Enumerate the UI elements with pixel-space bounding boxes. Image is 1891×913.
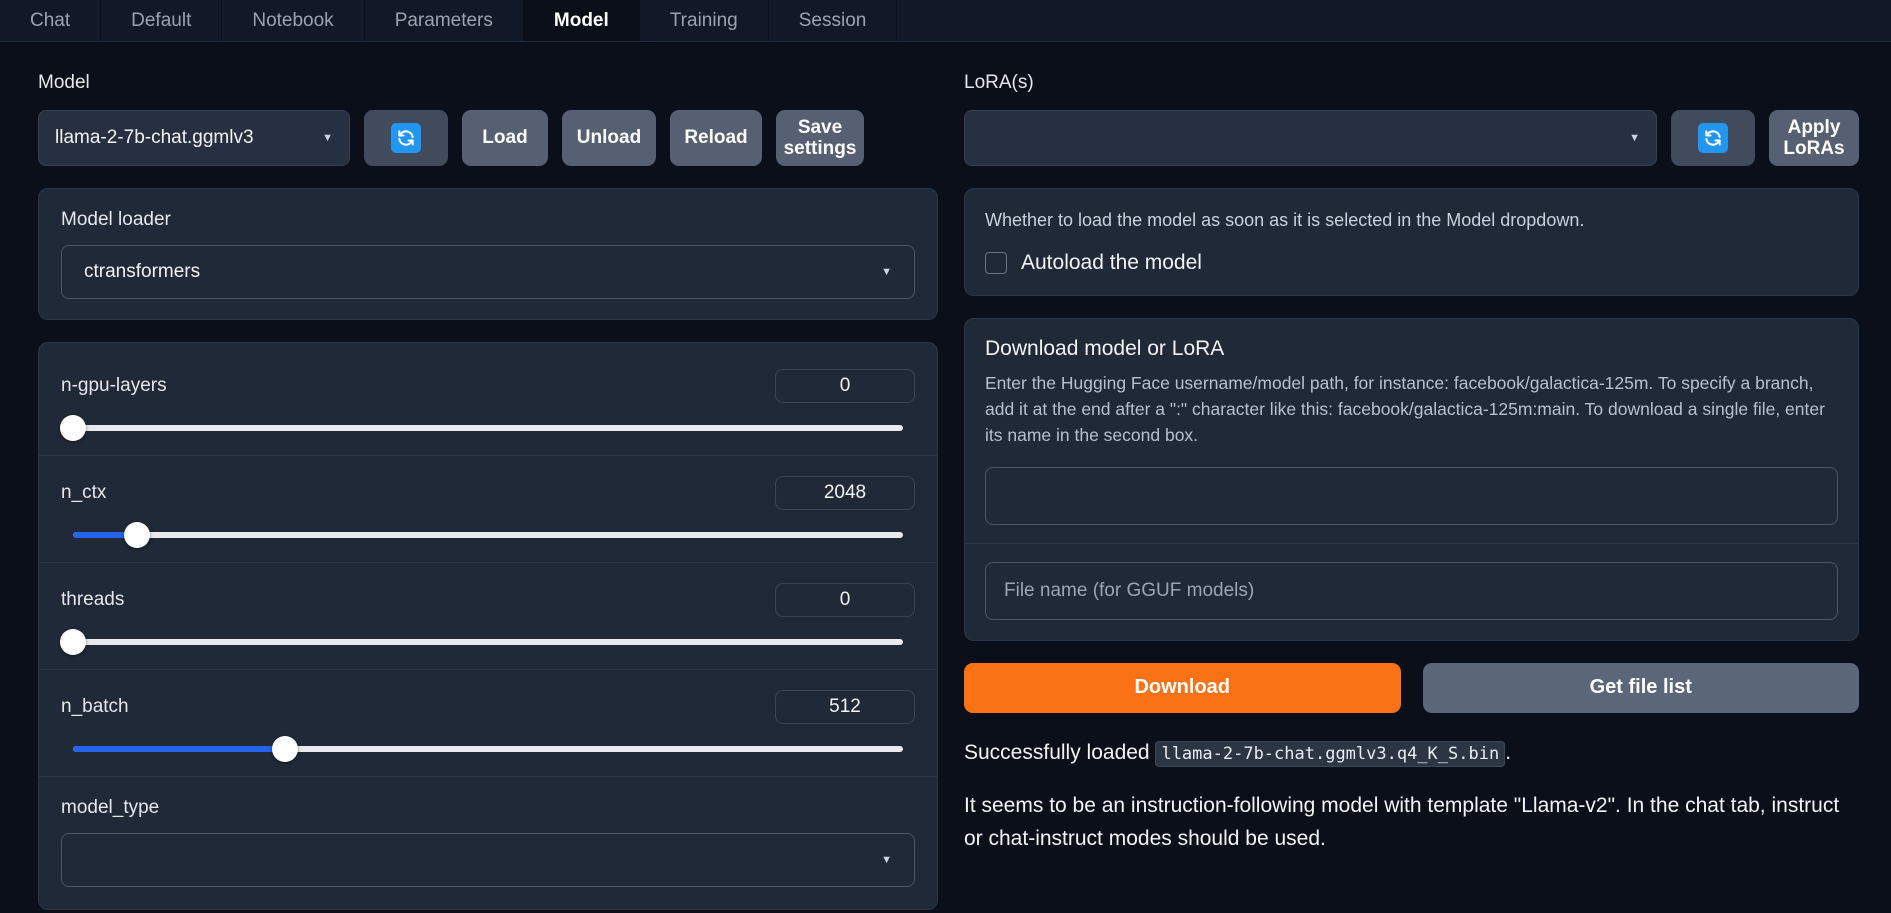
tab-parameters[interactable]: Parameters [365,0,524,41]
refresh-icon [391,123,421,153]
download-panel-description: Enter the Hugging Face username/model pa… [985,371,1838,449]
autoload-checkbox[interactable] [985,252,1007,274]
slider-thumb[interactable] [124,522,150,548]
download-panel-title: Download model or LoRA [985,337,1838,361]
lora-section-label: LoRA(s) [964,72,1859,94]
slider-fill [73,746,285,752]
slider-label: n_ctx [61,482,106,504]
slider-value-box[interactable]: 2048 [775,476,915,510]
autoload-panel: Whether to load the model as soon as it … [964,188,1859,296]
slider-row-n-ctx: n_ctx 2048 [39,456,937,563]
refresh-loras-button[interactable] [1671,110,1755,166]
apply-loras-button[interactable]: Apply LoRAs [1769,110,1859,166]
file-name-input[interactable] [985,562,1838,620]
lora-dropdown[interactable]: ▼ [964,110,1657,166]
tab-session[interactable]: Session [769,0,898,41]
tab-training[interactable]: Training [640,0,769,41]
tab-model[interactable]: Model [524,0,640,41]
slider-track[interactable] [73,746,903,752]
status-prefix: Successfully loaded [964,741,1155,764]
slider-row-n-gpu-layers: n-gpu-layers 0 [39,349,937,456]
chevron-down-icon: ▼ [871,266,892,278]
model-section-label: Model [38,72,938,94]
download-button[interactable]: Download [964,663,1401,713]
model-dropdown-value: llama-2-7b-chat.ggmlv3 [55,127,254,149]
tab-default[interactable]: Default [101,0,222,41]
model-loader-panel: Model loader ctransformers ▼ [38,188,938,320]
model-toolbar: llama-2-7b-chat.ggmlv3 ▼ Load Unload Rel… [38,110,938,166]
chevron-down-icon: ▼ [871,854,892,866]
download-actions: Download Get file list [964,663,1859,713]
model-dropdown[interactable]: llama-2-7b-chat.ggmlv3 ▼ [38,110,350,166]
slider-label: n-gpu-layers [61,375,167,397]
save-settings-button[interactable]: Save settings [776,110,864,166]
status-suffix: . [1505,741,1511,764]
load-button[interactable]: Load [462,110,548,166]
input-divider [965,543,1858,544]
model-loader-dropdown[interactable]: ctransformers ▼ [61,245,915,299]
slider-row-threads: threads 0 [39,563,937,670]
tab-notebook[interactable]: Notebook [222,0,364,41]
get-file-list-button[interactable]: Get file list [1423,663,1860,713]
left-column: Model llama-2-7b-chat.ggmlv3 ▼ Load Unlo… [38,72,938,913]
autoload-checkbox-label: Autoload the model [1021,251,1202,275]
status-file-name: llama-2-7b-chat.ggmlv3.q4_K_S.bin [1155,741,1505,767]
model-loader-label: Model loader [61,209,915,231]
right-column: LoRA(s) ▼ Apply LoRAs Whether to [964,72,1859,913]
chevron-down-icon: ▼ [312,132,333,144]
slider-track[interactable] [73,425,903,431]
slider-value-box[interactable]: 512 [775,690,915,724]
status-message: Successfully loaded llama-2-7b-chat.ggml… [964,737,1859,769]
refresh-icon [1698,123,1728,153]
unload-button[interactable]: Unload [562,110,656,166]
model-type-dropdown[interactable]: ▼ [61,833,915,887]
chevron-down-icon: ▼ [1619,132,1640,144]
model-template-note: It seems to be an instruction-following … [964,790,1844,855]
model-type-row: model_type ▼ [39,777,937,909]
autoload-help-text: Whether to load the model as soon as it … [985,207,1838,233]
slider-thumb[interactable] [60,629,86,655]
slider-thumb[interactable] [60,415,86,441]
model-settings-panel: n-gpu-layers 0 n_ctx 2048 [38,342,938,910]
slider-row-n-batch: n_batch 512 [39,670,937,777]
model-type-label: model_type [61,797,915,819]
download-panel: Download model or LoRA Enter the Hugging… [964,318,1859,641]
slider-label: n_batch [61,696,129,718]
slider-track[interactable] [73,532,903,538]
model-loader-value: ctransformers [84,261,200,283]
repo-path-input[interactable] [985,467,1838,525]
slider-thumb[interactable] [272,736,298,762]
slider-label: threads [61,589,124,611]
autoload-checkbox-row[interactable]: Autoload the model [985,251,1838,275]
reload-button[interactable]: Reload [670,110,762,166]
refresh-models-button[interactable] [364,110,448,166]
page-content: Model llama-2-7b-chat.ggmlv3 ▼ Load Unlo… [0,42,1891,913]
lora-toolbar: ▼ Apply LoRAs [964,110,1859,166]
slider-track[interactable] [73,639,903,645]
tab-chat[interactable]: Chat [0,0,101,41]
tab-bar: Chat Default Notebook Parameters Model T… [0,0,1891,42]
slider-value-box[interactable]: 0 [775,369,915,403]
slider-value-box[interactable]: 0 [775,583,915,617]
